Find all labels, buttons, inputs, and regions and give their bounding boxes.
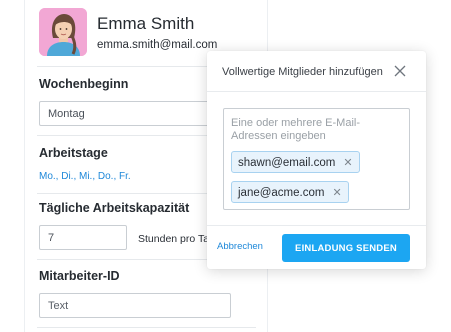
user-name: Emma Smith bbox=[97, 14, 195, 33]
avatar-woman-icon bbox=[39, 8, 87, 56]
user-email: emma.smith@mail.com bbox=[97, 39, 218, 51]
capacity-label: Tägliche Arbeitskapazität bbox=[39, 201, 190, 215]
email-chip-label: jane@acme.com bbox=[238, 187, 325, 199]
week-start-label: Wochenbeginn bbox=[39, 77, 129, 91]
email-chip: shawn@email.com ✕ bbox=[231, 151, 360, 173]
workdays-label: Arbeitstage bbox=[39, 146, 108, 160]
email-chip: jane@acme.com ✕ bbox=[231, 181, 349, 203]
modal-divider bbox=[207, 225, 426, 226]
close-icon[interactable]: ✕ bbox=[332, 186, 341, 199]
capacity-input[interactable]: 7 bbox=[39, 225, 127, 250]
workdays-link[interactable]: Mo., Di., Mi., Do., Fr. bbox=[39, 171, 131, 182]
week-start-select[interactable]: Montag bbox=[39, 101, 231, 126]
send-invitation-button[interactable]: EINLADUNG SENDEN bbox=[282, 234, 410, 262]
modal-title: Vollwertige Mitglieder hinzufügen bbox=[222, 66, 383, 78]
close-icon[interactable]: ✕ bbox=[343, 156, 352, 169]
employee-id-label: Mitarbeiter-ID bbox=[39, 269, 120, 283]
email-input[interactable]: Eine oder mehrere E-Mail-Adressen eingeb… bbox=[223, 108, 410, 210]
close-icon[interactable] bbox=[393, 64, 407, 78]
invite-members-modal: Vollwertige Mitglieder hinzufügen Eine o… bbox=[207, 51, 426, 269]
cancel-button[interactable]: Abbrechen bbox=[217, 241, 263, 252]
email-placeholder: Eine oder mehrere E-Mail-Adressen eingeb… bbox=[231, 117, 360, 142]
email-chip-label: shawn@email.com bbox=[238, 157, 336, 169]
modal-divider bbox=[207, 91, 426, 92]
employee-id-input[interactable]: Text bbox=[39, 293, 231, 318]
avatar bbox=[39, 8, 87, 56]
divider bbox=[37, 327, 256, 328]
